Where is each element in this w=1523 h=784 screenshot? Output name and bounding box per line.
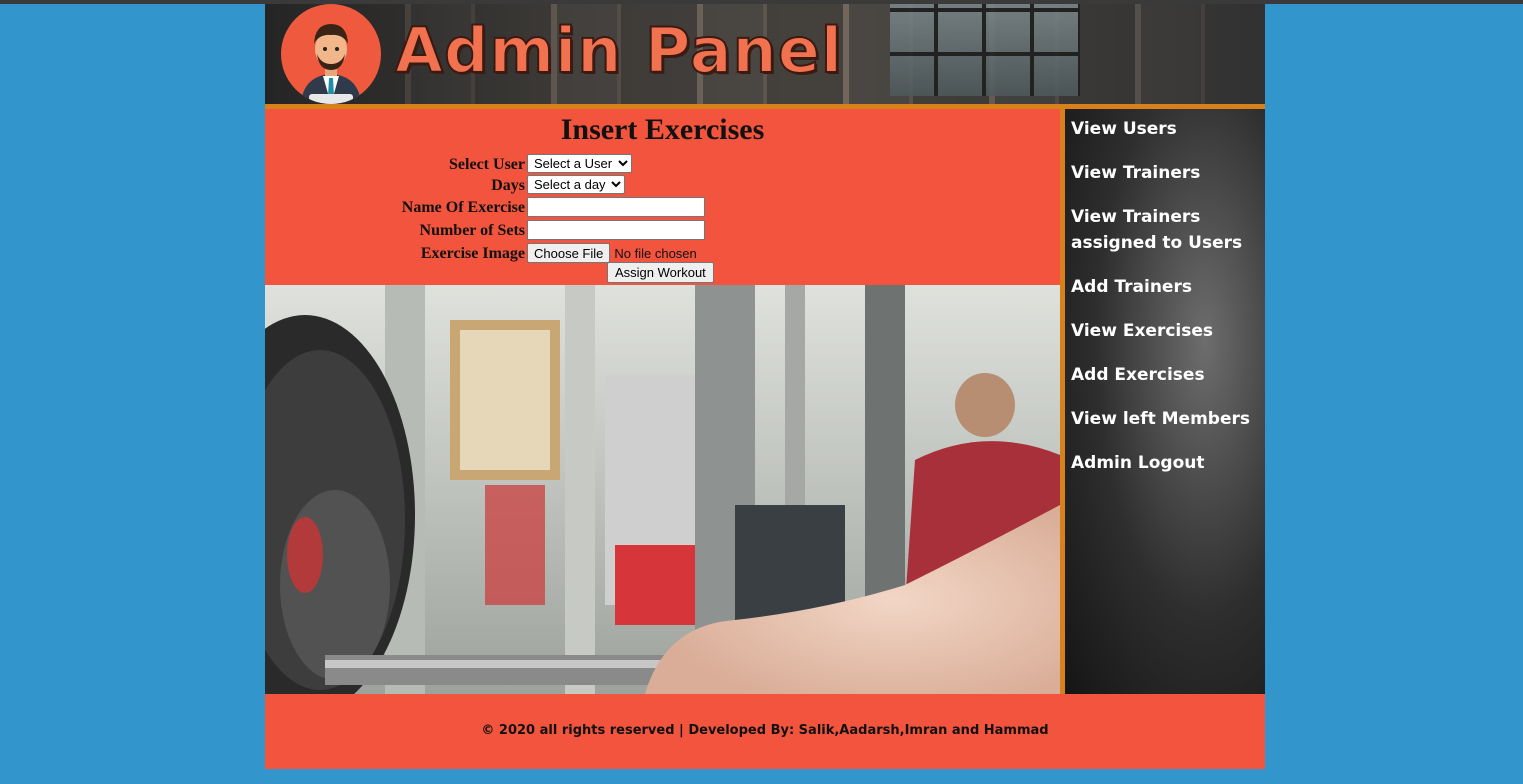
gym-background-image bbox=[265, 285, 1060, 694]
insert-exercise-form: Insert Exercises Select User Select a Us… bbox=[265, 109, 1060, 285]
admin-avatar-icon bbox=[281, 4, 381, 104]
no-file-text: No file chosen bbox=[614, 245, 697, 261]
select-user-row: Select User Select a User bbox=[265, 154, 1060, 176]
exercise-name-input[interactable] bbox=[527, 197, 705, 217]
sets-label: Number of Sets bbox=[419, 222, 525, 239]
header-banner: Admin Panel bbox=[265, 4, 1265, 104]
footer-copyright: © 2020 all rights reserved | Developed B… bbox=[481, 723, 1049, 738]
select-user-label: Select User bbox=[449, 156, 525, 173]
sidebar-item-add-exercises[interactable]: Add Exercises bbox=[1071, 362, 1261, 388]
days-row: Days Select a day bbox=[265, 175, 1060, 197]
sidebar-item-view-left-members[interactable]: View left Members bbox=[1071, 406, 1261, 432]
assign-workout-button[interactable]: Assign Workout bbox=[607, 262, 714, 283]
footer: © 2020 all rights reserved | Developed B… bbox=[265, 694, 1265, 769]
form-title: Insert Exercises bbox=[560, 113, 765, 146]
select-user-dropdown[interactable]: Select a User bbox=[527, 154, 632, 173]
days-label: Days bbox=[491, 177, 525, 194]
header-window-decoration bbox=[890, 4, 1080, 96]
sidebar-item-view-trainers[interactable]: View Trainers bbox=[1071, 160, 1261, 186]
exercise-name-label: Name Of Exercise bbox=[401, 199, 525, 216]
sidebar-item-add-trainers[interactable]: Add Trainers bbox=[1071, 274, 1261, 300]
sets-input[interactable] bbox=[527, 220, 705, 240]
page-container: Admin Panel Insert Exercises Select User… bbox=[265, 4, 1265, 769]
sidebar-item-view-exercises[interactable]: View Exercises bbox=[1071, 318, 1261, 344]
sets-row: Number of Sets bbox=[265, 220, 1060, 242]
sidebar-item-admin-logout[interactable]: Admin Logout bbox=[1071, 450, 1261, 476]
exercise-image-label: Exercise Image bbox=[420, 245, 525, 262]
gym-photo-illustration bbox=[265, 285, 1060, 694]
logo-title: Admin Panel bbox=[394, 13, 843, 88]
exercise-name-row: Name Of Exercise bbox=[265, 197, 1060, 219]
choose-file-button[interactable]: Choose File bbox=[527, 243, 611, 263]
sidebar-item-view-users[interactable]: View Users bbox=[1071, 116, 1261, 142]
sidebar-nav: View Users View Trainers View Trainers a… bbox=[1065, 109, 1265, 694]
sidebar-item-view-trainers-assigned[interactable]: View Trainers assigned to Users bbox=[1071, 204, 1261, 256]
days-dropdown[interactable]: Select a day bbox=[527, 175, 625, 194]
